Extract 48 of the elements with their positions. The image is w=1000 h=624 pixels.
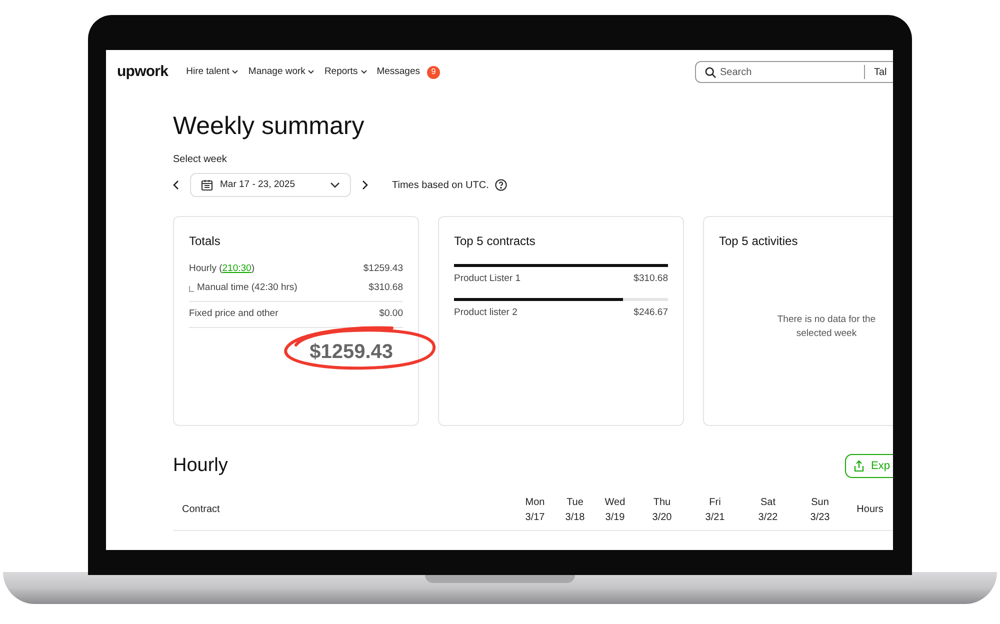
notification-badge: 9 <box>427 66 440 78</box>
total-amount: $1259.43 <box>310 340 393 365</box>
chevron-down-icon <box>360 70 367 74</box>
card-title: Totals <box>189 233 222 250</box>
row-amount: $1259.43 <box>363 262 403 276</box>
chevron-down-icon <box>330 182 340 188</box>
column-header[interactable]: Fri 3/21 <box>689 494 741 524</box>
column-header[interactable]: Thu 3/20 <box>635 494 689 524</box>
column-header[interactable]: Tue 3/18 <box>555 494 595 524</box>
next-week-icon[interactable] <box>362 180 368 190</box>
share-icon <box>853 460 865 472</box>
contract-amount: $246.67 <box>634 306 668 320</box>
column-header[interactable]: Sun 3/23 <box>795 494 845 524</box>
week-label: Select week <box>173 153 228 167</box>
column-header[interactable]: Contract <box>173 502 515 517</box>
previous-week-icon[interactable] <box>173 180 179 190</box>
logo[interactable]: upwork <box>117 60 168 84</box>
nav-link[interactable]: Manage work <box>248 64 314 80</box>
row-amount: $0.00 <box>379 307 403 322</box>
calendar-icon <box>201 179 213 191</box>
column-header[interactable]: Wed 3/19 <box>595 494 635 524</box>
row-label: Hourly (210:30) <box>189 262 254 276</box>
column-header[interactable]: Sat 3/22 <box>741 494 795 524</box>
search-scope[interactable]: Tal <box>874 64 887 80</box>
contract-amount: $310.68 <box>634 272 668 286</box>
nav-link[interactable]: Reports <box>324 64 367 80</box>
contract-name: Product Lister 1 <box>454 272 521 286</box>
card-title: Top 5 activities <box>719 233 799 250</box>
timezone-note: Times based on UTC. <box>392 178 489 192</box>
contract-name: Product lister 2 <box>454 306 518 320</box>
section-title: Hourly <box>173 454 228 478</box>
page-title: Weekly summary <box>173 111 366 141</box>
column-header[interactable]: Hours <box>845 502 893 517</box>
sub-item-icon <box>189 286 194 292</box>
chevron-down-icon <box>308 70 314 74</box>
row-amount: $310.68 <box>368 281 403 296</box>
week-picker[interactable]: Mar 17 - 23, 2025 <box>190 173 351 197</box>
help-icon[interactable] <box>494 179 507 191</box>
search-field[interactable]: Search Tal <box>695 61 893 83</box>
card-title: Top 5 contracts <box>454 233 536 250</box>
chevron-down-icon <box>232 70 238 74</box>
row-label: Manual time (42:30 hrs) <box>197 281 298 296</box>
row-label: Fixed price and other <box>189 307 278 322</box>
search-icon <box>705 66 716 78</box>
nav-link[interactable]: Hire talent <box>186 64 238 80</box>
column-header[interactable]: Mon 3/17 <box>515 494 555 524</box>
empty-message: There is no data for the selected week <box>776 313 876 341</box>
nav-link[interactable]: Messages <box>376 64 420 80</box>
